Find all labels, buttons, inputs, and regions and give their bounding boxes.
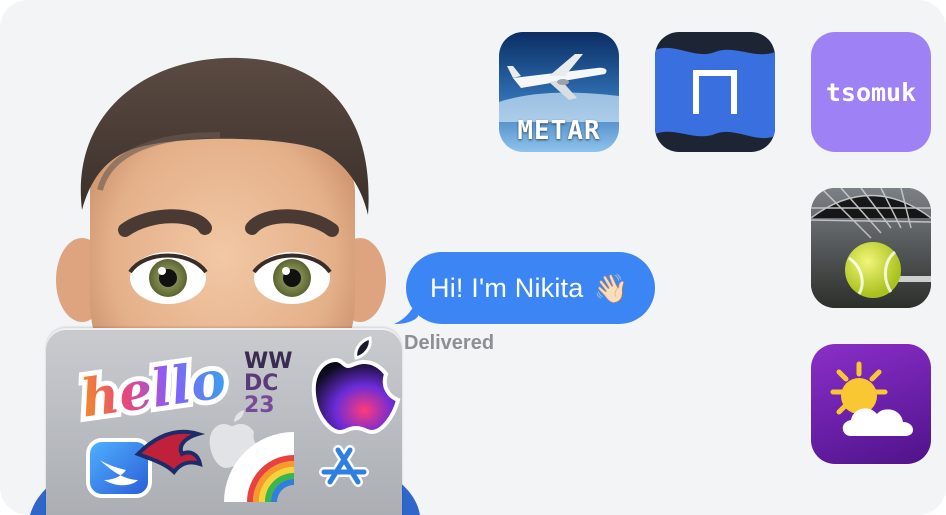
- app-icon-gate[interactable]: [655, 32, 775, 152]
- svg-text:23: 23: [244, 393, 275, 418]
- app-store-sticker: [319, 445, 369, 487]
- wwdc23-sticker: WW DC 23: [244, 349, 293, 418]
- metar-label: METAR: [517, 116, 601, 146]
- intro-card: hello hello WW DC 23 Hi! I'm Nikita 👋🏻 D…: [0, 0, 946, 515]
- hello-sticker: hello hello: [72, 344, 234, 435]
- message-bubble: Hi! I'm Nikita 👋🏻: [406, 252, 655, 324]
- swift-sticker: [86, 438, 152, 498]
- message-text: Hi! I'm Nikita: [430, 272, 584, 303]
- message-bubble-group: Hi! I'm Nikita 👋🏻: [394, 252, 655, 324]
- sun-cloud-icon: [830, 361, 914, 436]
- gate-icon: [655, 47, 775, 139]
- waving-hand-emoji: 👋🏻: [593, 271, 629, 305]
- tennis-ball-icon: [811, 188, 931, 308]
- svg-text:hello: hello: [77, 349, 229, 430]
- laptop-stickers: hello hello WW DC 23: [72, 336, 401, 504]
- laptop: hello hello WW DC 23: [46, 328, 402, 515]
- rainbow-sticker: [224, 432, 296, 504]
- delivery-status: Delivered: [404, 332, 495, 354]
- app-icon-metar[interactable]: METAR: [499, 32, 619, 152]
- app-icon-tsomuk[interactable]: tsomuk: [811, 32, 931, 152]
- app-icon-weather[interactable]: [811, 344, 931, 464]
- app-icon-tennis[interactable]: [811, 188, 931, 308]
- apple-gradient-sticker: [311, 336, 401, 435]
- tsomuk-label: tsomuk: [825, 77, 917, 107]
